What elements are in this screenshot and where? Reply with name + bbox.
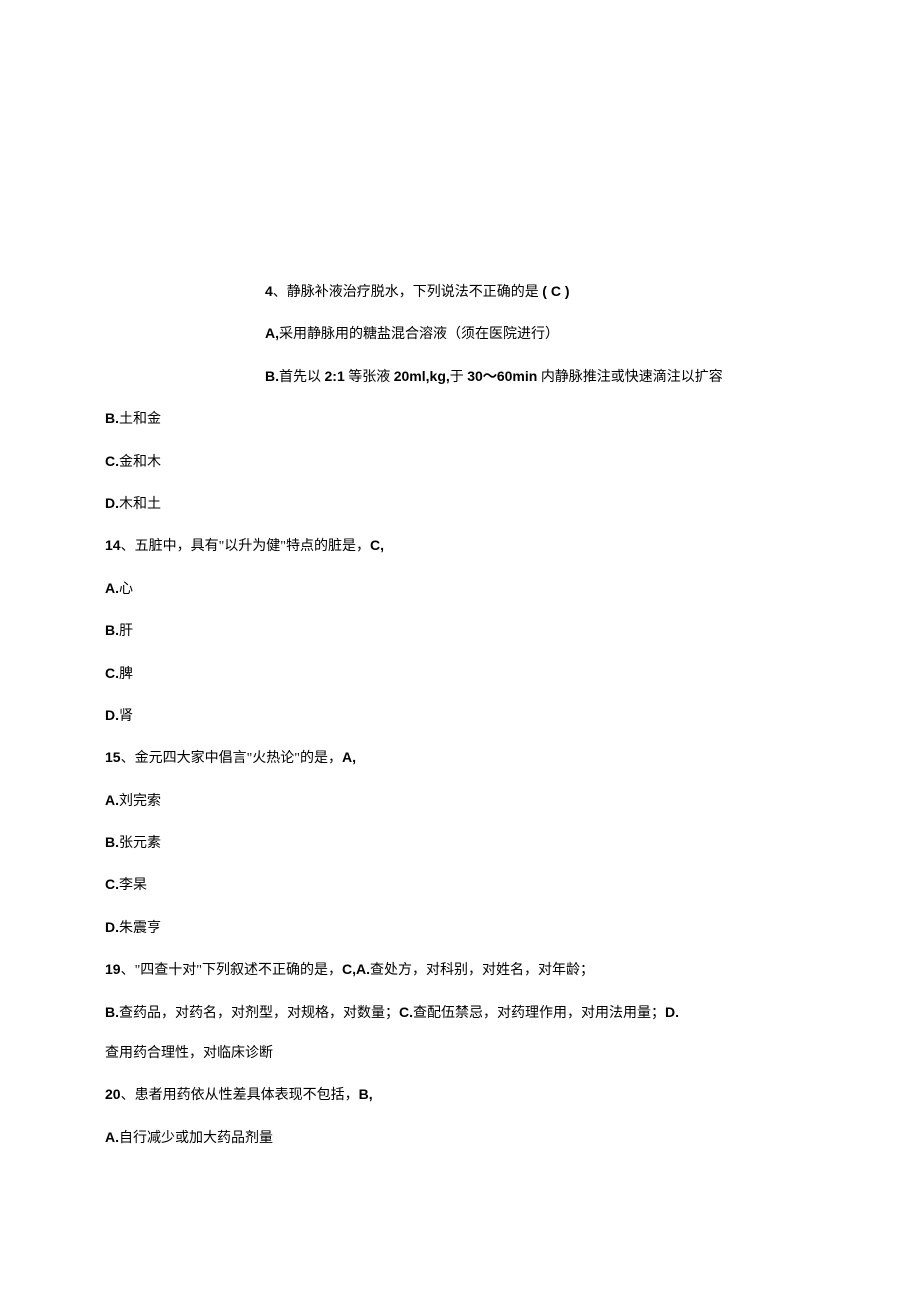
q15-question: 15、金元四大家中倡言"火热论"的是，A,	[105, 746, 815, 770]
stray-d-label: D.	[105, 495, 119, 511]
q15-text: 、金元四大家中倡言"火热论"的是，	[121, 751, 342, 766]
q4-option-b: B.首先以 2:1 等张液 20ml,kg,于 30〜60min 内静脉推注或快…	[265, 365, 815, 389]
q4-b-suffix: 内静脉推注或快速滴注以扩容	[537, 370, 723, 385]
q15-a-label: A.	[105, 792, 119, 808]
q15-b-label: B.	[105, 834, 119, 850]
q14-a-text: 心	[119, 582, 133, 597]
q19-c-text: 查配伍禁忌，对药理作用，对用法用量；	[413, 1006, 665, 1021]
q14-answer: C,	[370, 537, 384, 553]
q14-c-text: 脾	[119, 667, 133, 682]
q15-b-text: 张元素	[119, 836, 161, 851]
q4-b-bold3: 30〜60min	[467, 368, 537, 384]
q15-number: 15	[105, 749, 121, 765]
q15-option-b: B.张元素	[105, 831, 815, 855]
q20-a-text: 自行减少或加大药品剂量	[119, 1131, 273, 1146]
q20-answer: B,	[359, 1086, 373, 1102]
q15-option-c: C.李杲	[105, 873, 815, 897]
q19-number: 19	[105, 961, 121, 977]
q19-line2: B.查药品，对药名，对剂型，对规格，对数量；C.查配伍禁忌，对药理作用，对用法用…	[105, 1001, 815, 1025]
q14-option-b: B.肝	[105, 619, 815, 643]
q14-c-label: C.	[105, 665, 119, 681]
q4-b-bold1: 2:1	[325, 368, 345, 384]
q19-text: 、"四查十对"下列叙述不正确的是，	[121, 963, 342, 978]
q14-b-label: B.	[105, 622, 119, 638]
opt-a-label: A,	[265, 325, 279, 341]
q20-option-a: A.自行减少或加大药品剂量	[105, 1126, 815, 1150]
q20-a-label: A.	[105, 1129, 119, 1145]
q19-b-text: 查药品，对药名，对剂型，对规格，对数量；	[119, 1006, 399, 1021]
q19-d-label: D.	[665, 1004, 679, 1020]
q14-question: 14、五脏中，具有"以升为健"特点的脏是，C,	[105, 534, 815, 558]
stray-option-c: C.金和木	[105, 450, 815, 474]
q14-d-label: D.	[105, 707, 119, 723]
q19-c-label: C.	[399, 1004, 413, 1020]
q4-b-mid2: 于	[450, 370, 468, 385]
q19-line3: 查用药合理性，对临床诊断	[105, 1043, 815, 1065]
q14-option-c: C.脾	[105, 662, 815, 686]
q4-b-bold2: 20ml,kg,	[394, 368, 450, 384]
q15-c-text: 李杲	[119, 878, 147, 893]
q14-d-text: 肾	[119, 709, 133, 724]
q20-text: 、患者用药依从性差具体表现不包括，	[121, 1088, 359, 1103]
q14-number: 14	[105, 537, 121, 553]
stray-c-text: 金和木	[119, 455, 161, 470]
q4-b-mid1: 等张液	[345, 370, 394, 385]
q14-b-text: 肝	[119, 624, 133, 639]
q20-question: 20、患者用药依从性差具体表现不包括，B,	[105, 1083, 815, 1107]
q4-question: 4、静脉补液治疗脱水，下列说法不正确的是 ( C )	[265, 280, 815, 304]
q15-option-a: A.刘完索	[105, 789, 815, 813]
q4-text: 、静脉补液治疗脱水，下列说法不正确的是	[273, 285, 543, 300]
q15-answer: A,	[342, 749, 356, 765]
q14-text: 、五脏中，具有"以升为健"特点的脏是，	[121, 539, 370, 554]
stray-option-b: B.土和金	[105, 407, 815, 431]
q19-line3-text: 查用药合理性，对临床诊断	[105, 1046, 273, 1061]
q14-option-d: D.肾	[105, 704, 815, 728]
q4-number: 4	[265, 283, 273, 299]
stray-b-text: 土和金	[119, 412, 161, 427]
q19-answer: C,A.	[342, 961, 370, 977]
q4-b-prefix: 首先以	[279, 370, 325, 385]
opt-b-label: B.	[265, 368, 279, 384]
q20-number: 20	[105, 1086, 121, 1102]
q14-option-a: A.心	[105, 577, 815, 601]
q15-d-label: D.	[105, 919, 119, 935]
q19-b-label: B.	[105, 1004, 119, 1020]
stray-d-text: 木和土	[119, 497, 161, 512]
q15-d-text: 朱震亨	[119, 921, 161, 936]
opt-a-text: 采用静脉用的糖盐混合溶液（须在医院进行）	[279, 327, 559, 342]
stray-b-label: B.	[105, 410, 119, 426]
q4-option-a: A,采用静脉用的糖盐混合溶液（须在医院进行）	[265, 322, 815, 346]
q15-option-d: D.朱震亨	[105, 916, 815, 940]
q19-question: 19、"四查十对"下列叙述不正确的是，C,A.查处方，对科别，对姓名，对年龄；	[105, 958, 815, 982]
q19-inline: 查处方，对科别，对姓名，对年龄；	[370, 963, 594, 978]
q15-a-text: 刘完索	[119, 794, 161, 809]
q14-a-label: A.	[105, 580, 119, 596]
stray-option-d: D.木和土	[105, 492, 815, 516]
q4-answer: ( C )	[542, 283, 569, 299]
stray-c-label: C.	[105, 453, 119, 469]
q15-c-label: C.	[105, 876, 119, 892]
